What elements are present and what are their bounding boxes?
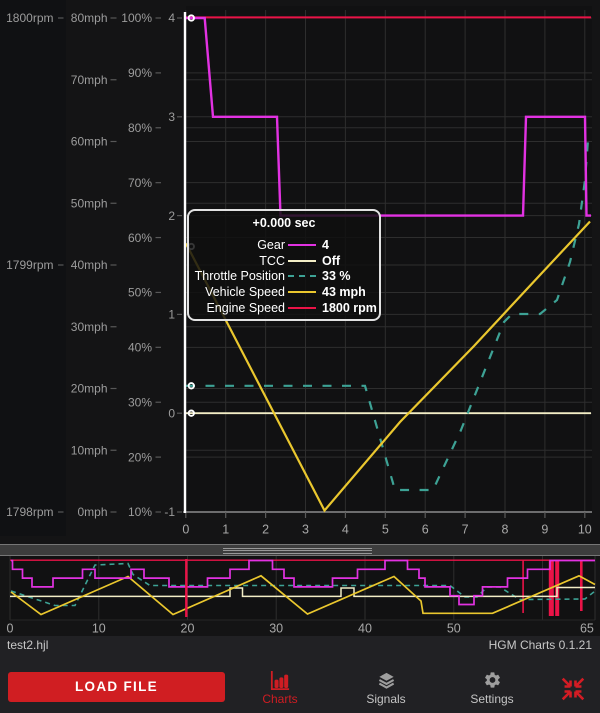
svg-text:-1: -1 — [164, 505, 175, 519]
svg-text:0mph: 0mph — [77, 505, 107, 519]
svg-text:50%: 50% — [128, 286, 152, 300]
svg-text:1800rpm: 1800rpm — [6, 11, 53, 25]
svg-text:9: 9 — [541, 523, 548, 537]
svg-text:65: 65 — [580, 622, 594, 636]
svg-text:1799rpm: 1799rpm — [6, 258, 53, 272]
svg-text:1: 1 — [222, 523, 229, 537]
svg-text:30: 30 — [269, 622, 283, 636]
svg-text:2: 2 — [168, 209, 175, 223]
svg-text:60mph: 60mph — [71, 135, 108, 149]
svg-text:4: 4 — [342, 523, 349, 537]
svg-text:3: 3 — [168, 110, 175, 124]
svg-text:10%: 10% — [128, 505, 152, 519]
svg-text:10: 10 — [578, 523, 592, 537]
svg-text:10: 10 — [92, 622, 106, 636]
svg-text:1798rpm: 1798rpm — [6, 505, 53, 519]
svg-text:3: 3 — [302, 523, 309, 537]
svg-text:6: 6 — [422, 523, 429, 537]
svg-text:60%: 60% — [128, 231, 152, 245]
svg-text:40%: 40% — [128, 341, 152, 355]
svg-text:40mph: 40mph — [71, 258, 108, 272]
svg-text:80%: 80% — [128, 121, 152, 135]
svg-text:0: 0 — [182, 523, 189, 537]
svg-text:100%: 100% — [121, 11, 152, 25]
svg-text:70mph: 70mph — [71, 73, 108, 87]
svg-text:7: 7 — [462, 523, 469, 537]
svg-text:70%: 70% — [128, 176, 152, 190]
svg-text:40: 40 — [358, 622, 372, 636]
svg-text:1: 1 — [168, 308, 175, 322]
svg-text:20: 20 — [181, 622, 195, 636]
svg-text:4: 4 — [168, 11, 175, 25]
svg-text:10mph: 10mph — [71, 443, 108, 457]
svg-text:50mph: 50mph — [71, 196, 108, 210]
svg-text:2: 2 — [262, 523, 269, 537]
svg-text:0: 0 — [168, 406, 175, 420]
svg-text:0: 0 — [7, 622, 14, 636]
svg-text:8: 8 — [502, 523, 509, 537]
svg-text:80mph: 80mph — [71, 11, 108, 25]
svg-text:20%: 20% — [128, 450, 152, 464]
svg-text:30mph: 30mph — [71, 320, 108, 334]
svg-text:5: 5 — [382, 523, 389, 537]
svg-text:30%: 30% — [128, 395, 152, 409]
svg-text:50: 50 — [447, 622, 461, 636]
svg-text:20mph: 20mph — [71, 382, 108, 396]
svg-text:90%: 90% — [128, 66, 152, 80]
